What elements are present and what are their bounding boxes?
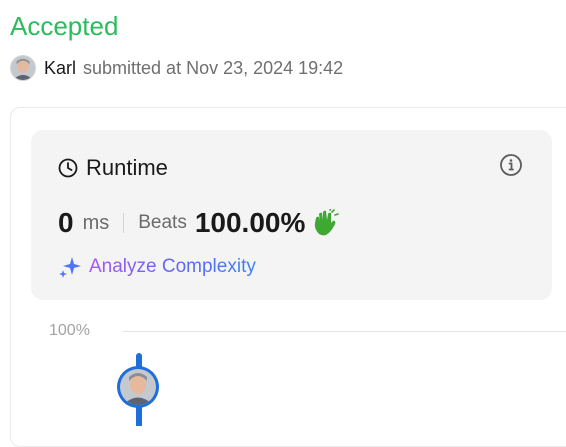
sparkle-icon <box>59 257 81 278</box>
username[interactable]: Karl <box>44 58 76 79</box>
chart-grid-line <box>122 331 566 332</box>
runtime-value: 0 <box>58 207 74 238</box>
stats-divider <box>123 213 125 233</box>
analyze-complexity-button[interactable]: Analyze Complexity <box>58 252 256 282</box>
submission-status: Accepted <box>10 11 119 41</box>
runtime-unit: ms <box>82 211 110 234</box>
user-avatar[interactable] <box>10 55 36 81</box>
runtime-title: Runtime <box>86 155 168 180</box>
clap-icon <box>315 209 340 236</box>
user-position-avatar[interactable] <box>117 366 159 408</box>
beats-value: 100.00% <box>194 207 306 238</box>
submission-meta: Karl submitted at Nov 23, 2024 19:42 <box>10 54 343 82</box>
submitted-at-text: submitted at Nov 23, 2024 19:42 <box>83 57 344 78</box>
runtime-stats: 0 ms Beats 100.00% <box>58 206 340 240</box>
clock-icon <box>58 158 78 178</box>
info-icon[interactable] <box>499 153 523 177</box>
analyze-complexity-label: Analyze Complexity <box>89 256 256 277</box>
runtime-header: Runtime <box>58 154 168 182</box>
beats-label: Beats <box>138 212 187 233</box>
runtime-card[interactable]: Runtime 0 ms Beats 100.00% Analyze Compl… <box>31 130 552 300</box>
y-axis-tick-label: 100% <box>49 322 90 339</box>
